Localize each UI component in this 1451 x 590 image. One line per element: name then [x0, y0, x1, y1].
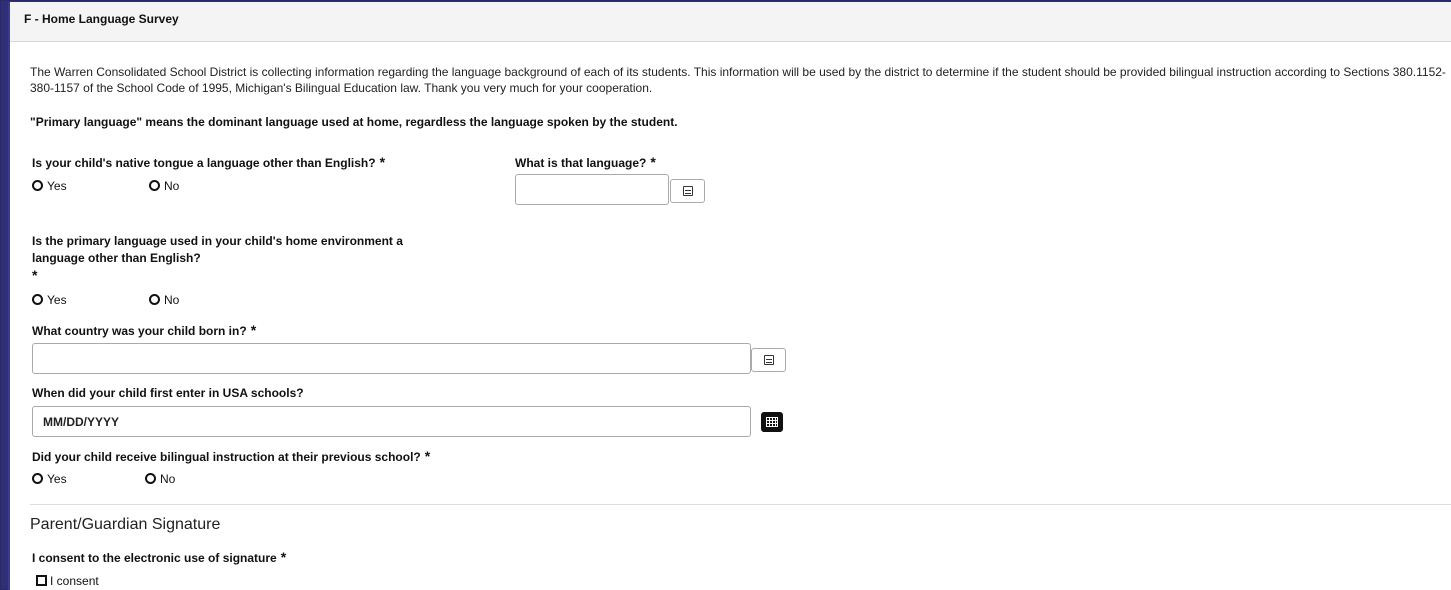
native-tongue-question: Is your child's native tongue a language… [32, 154, 385, 172]
which-language-label: What is that language? [515, 156, 647, 170]
primary-language-no-option[interactable]: No [149, 291, 179, 309]
bilingual-instruction-yes-label: Yes [47, 472, 67, 486]
primary-language-no-radio[interactable] [149, 294, 160, 305]
primary-language-no-label: No [164, 293, 180, 307]
bilingual-instruction-label: Did your child receive bilingual instruc… [32, 450, 421, 464]
native-tongue-yes-label: Yes [47, 179, 67, 193]
primary-language-note: "Primary language" means the dominant la… [30, 115, 678, 129]
bilingual-instruction-question: Did your child receive bilingual instruc… [32, 448, 430, 466]
native-tongue-yes-option[interactable]: Yes [32, 177, 67, 195]
bilingual-instruction-no-option[interactable]: No [145, 470, 175, 488]
native-tongue-label: Is your child's native tongue a language… [32, 156, 376, 170]
required-marker: * [250, 322, 257, 338]
primary-language-yes-label: Yes [47, 293, 67, 307]
date-picker-button[interactable] [761, 412, 783, 432]
intro-text: The Warren Consolidated School District … [30, 65, 1446, 95]
which-language-picker-button[interactable] [670, 179, 705, 203]
which-language-input[interactable] [515, 174, 669, 205]
required-marker: * [32, 267, 38, 283]
birth-country-label: What country was your child born in? [32, 324, 247, 338]
birth-country-picker-button[interactable] [751, 348, 786, 372]
required-marker: * [424, 448, 431, 464]
first-entry-question: When did your child first enter in USA s… [32, 386, 304, 400]
which-language-question: What is that language? * [515, 154, 656, 172]
native-tongue-no-label: No [164, 179, 180, 193]
birth-country-question: What country was your child born in? * [32, 322, 256, 340]
primary-language-label-line2: language other than English? [32, 251, 201, 265]
consent-option[interactable]: I consent [36, 572, 99, 590]
native-tongue-no-option[interactable]: No [149, 177, 179, 195]
primary-language-question: Is the primary language used in your chi… [32, 233, 403, 284]
native-tongue-yes-radio[interactable] [32, 180, 43, 191]
primary-language-label-line1: Is the primary language used in your chi… [32, 234, 403, 248]
signature-section-title: Parent/Guardian Signature [30, 516, 221, 533]
required-marker: * [650, 154, 656, 170]
bilingual-instruction-yes-radio[interactable] [32, 473, 43, 484]
required-marker: * [280, 549, 287, 565]
panel-header: F - Home Language Survey [10, 2, 1451, 42]
bilingual-instruction-yes-option[interactable]: Yes [32, 470, 67, 488]
consent-label: I consent to the electronic use of signa… [32, 551, 277, 565]
bilingual-instruction-no-radio[interactable] [145, 473, 156, 484]
section-divider [30, 504, 1451, 505]
consent-checkbox[interactable] [36, 575, 47, 586]
primary-language-yes-radio[interactable] [32, 294, 43, 305]
first-entry-date-input[interactable] [32, 406, 751, 437]
primary-language-yes-option[interactable]: Yes [32, 291, 67, 309]
list-picker-icon [682, 186, 693, 196]
bilingual-instruction-no-label: No [160, 472, 176, 486]
calendar-icon [766, 417, 778, 427]
consent-checkbox-label: I consent [50, 574, 99, 588]
consent-question: I consent to the electronic use of signa… [32, 549, 286, 567]
list-picker-icon [763, 355, 774, 365]
required-marker: * [379, 154, 386, 170]
panel-title: F - Home Language Survey [24, 12, 179, 26]
home-language-survey-panel: F - Home Language Survey The Warren Cons… [8, 2, 1451, 590]
native-tongue-no-radio[interactable] [149, 180, 160, 191]
birth-country-input[interactable] [32, 343, 751, 374]
